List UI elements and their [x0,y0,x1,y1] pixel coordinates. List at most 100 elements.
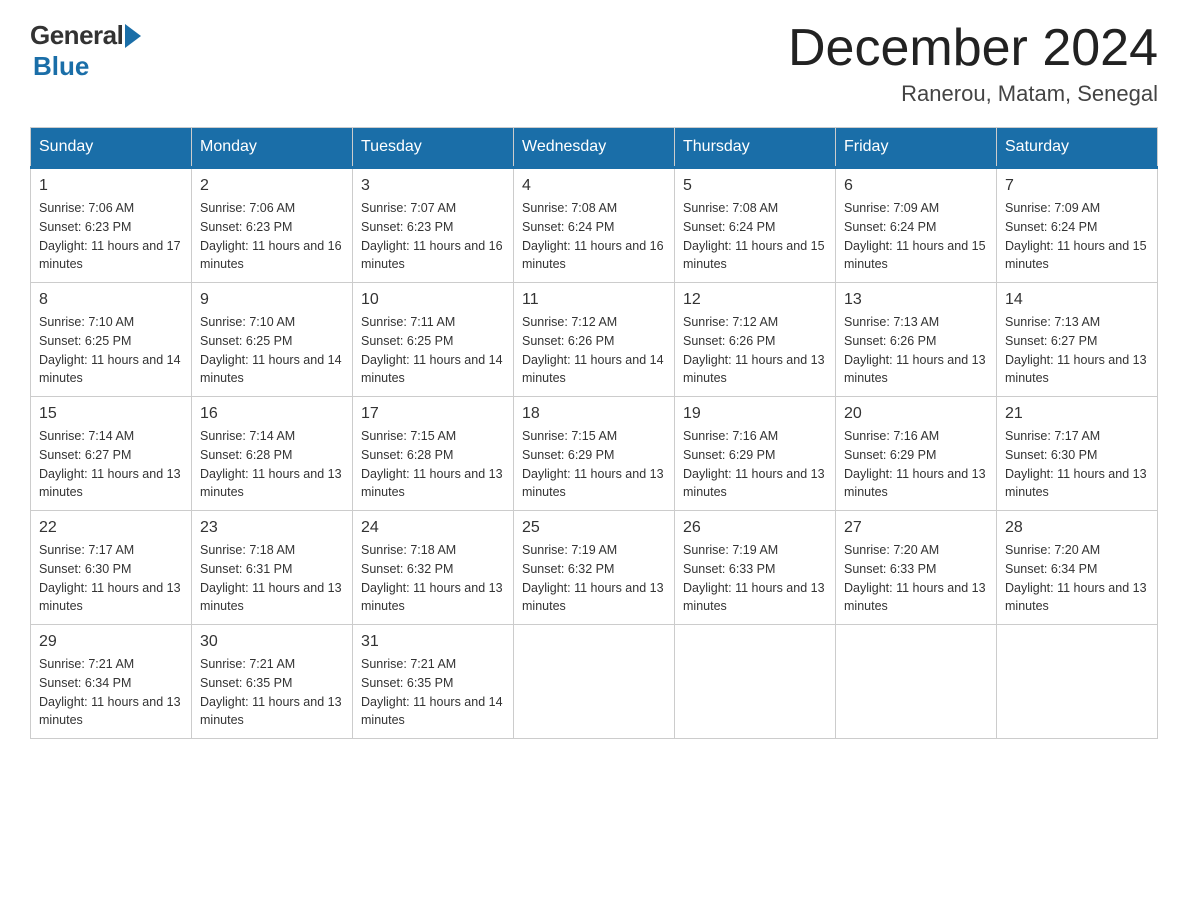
day-info: Sunrise: 7:14 AMSunset: 6:28 PMDaylight:… [200,427,344,502]
month-title: December 2024 [788,20,1158,77]
calendar-cell: 21 Sunrise: 7:17 AMSunset: 6:30 PMDaylig… [997,397,1158,511]
day-info: Sunrise: 7:20 AMSunset: 6:34 PMDaylight:… [1005,541,1149,616]
calendar-week-3: 15 Sunrise: 7:14 AMSunset: 6:27 PMDaylig… [31,397,1158,511]
day-number: 11 [522,291,666,309]
day-info: Sunrise: 7:14 AMSunset: 6:27 PMDaylight:… [39,427,183,502]
day-number: 19 [683,405,827,423]
calendar-cell: 10 Sunrise: 7:11 AMSunset: 6:25 PMDaylig… [353,283,514,397]
col-header-wednesday: Wednesday [514,128,675,168]
day-info: Sunrise: 7:21 AMSunset: 6:34 PMDaylight:… [39,655,183,730]
day-info: Sunrise: 7:10 AMSunset: 6:25 PMDaylight:… [200,313,344,388]
day-number: 9 [200,291,344,309]
calendar-cell: 1 Sunrise: 7:06 AMSunset: 6:23 PMDayligh… [31,168,192,283]
calendar-cell: 9 Sunrise: 7:10 AMSunset: 6:25 PMDayligh… [192,283,353,397]
day-number: 23 [200,519,344,537]
calendar-table: SundayMondayTuesdayWednesdayThursdayFrid… [30,127,1158,739]
day-number: 5 [683,177,827,195]
logo-general-text: General [30,20,123,51]
calendar-week-5: 29 Sunrise: 7:21 AMSunset: 6:34 PMDaylig… [31,625,1158,739]
day-number: 7 [1005,177,1149,195]
calendar-cell: 6 Sunrise: 7:09 AMSunset: 6:24 PMDayligh… [836,168,997,283]
day-info: Sunrise: 7:06 AMSunset: 6:23 PMDaylight:… [200,199,344,274]
day-number: 4 [522,177,666,195]
day-number: 21 [1005,405,1149,423]
title-section: December 2024 Ranerou, Matam, Senegal [788,20,1158,107]
day-info: Sunrise: 7:19 AMSunset: 6:32 PMDaylight:… [522,541,666,616]
calendar-cell: 16 Sunrise: 7:14 AMSunset: 6:28 PMDaylig… [192,397,353,511]
logo-blue-text: Blue [33,51,89,81]
calendar-cell: 20 Sunrise: 7:16 AMSunset: 6:29 PMDaylig… [836,397,997,511]
calendar-cell: 28 Sunrise: 7:20 AMSunset: 6:34 PMDaylig… [997,511,1158,625]
page-header: General Blue December 2024 Ranerou, Mata… [30,20,1158,107]
calendar-cell: 30 Sunrise: 7:21 AMSunset: 6:35 PMDaylig… [192,625,353,739]
day-info: Sunrise: 7:15 AMSunset: 6:28 PMDaylight:… [361,427,505,502]
day-number: 20 [844,405,988,423]
calendar-cell [997,625,1158,739]
day-info: Sunrise: 7:12 AMSunset: 6:26 PMDaylight:… [522,313,666,388]
day-info: Sunrise: 7:09 AMSunset: 6:24 PMDaylight:… [1005,199,1149,274]
day-info: Sunrise: 7:19 AMSunset: 6:33 PMDaylight:… [683,541,827,616]
calendar-header-row: SundayMondayTuesdayWednesdayThursdayFrid… [31,128,1158,168]
logo-arrow-icon [125,24,141,48]
day-info: Sunrise: 7:15 AMSunset: 6:29 PMDaylight:… [522,427,666,502]
day-number: 30 [200,633,344,651]
day-info: Sunrise: 7:21 AMSunset: 6:35 PMDaylight:… [200,655,344,730]
day-number: 6 [844,177,988,195]
calendar-week-2: 8 Sunrise: 7:10 AMSunset: 6:25 PMDayligh… [31,283,1158,397]
col-header-tuesday: Tuesday [353,128,514,168]
calendar-cell: 24 Sunrise: 7:18 AMSunset: 6:32 PMDaylig… [353,511,514,625]
calendar-cell: 31 Sunrise: 7:21 AMSunset: 6:35 PMDaylig… [353,625,514,739]
day-info: Sunrise: 7:16 AMSunset: 6:29 PMDaylight:… [683,427,827,502]
calendar-cell: 3 Sunrise: 7:07 AMSunset: 6:23 PMDayligh… [353,168,514,283]
calendar-cell: 14 Sunrise: 7:13 AMSunset: 6:27 PMDaylig… [997,283,1158,397]
col-header-friday: Friday [836,128,997,168]
day-number: 28 [1005,519,1149,537]
day-number: 13 [844,291,988,309]
day-number: 2 [200,177,344,195]
day-info: Sunrise: 7:18 AMSunset: 6:32 PMDaylight:… [361,541,505,616]
day-info: Sunrise: 7:13 AMSunset: 6:27 PMDaylight:… [1005,313,1149,388]
day-info: Sunrise: 7:07 AMSunset: 6:23 PMDaylight:… [361,199,505,274]
calendar-cell: 23 Sunrise: 7:18 AMSunset: 6:31 PMDaylig… [192,511,353,625]
logo: General Blue [30,20,141,82]
calendar-cell: 29 Sunrise: 7:21 AMSunset: 6:34 PMDaylig… [31,625,192,739]
day-number: 22 [39,519,183,537]
day-info: Sunrise: 7:16 AMSunset: 6:29 PMDaylight:… [844,427,988,502]
calendar-cell: 4 Sunrise: 7:08 AMSunset: 6:24 PMDayligh… [514,168,675,283]
day-info: Sunrise: 7:21 AMSunset: 6:35 PMDaylight:… [361,655,505,730]
calendar-cell: 11 Sunrise: 7:12 AMSunset: 6:26 PMDaylig… [514,283,675,397]
calendar-cell: 19 Sunrise: 7:16 AMSunset: 6:29 PMDaylig… [675,397,836,511]
day-number: 15 [39,405,183,423]
day-number: 18 [522,405,666,423]
day-number: 26 [683,519,827,537]
col-header-monday: Monday [192,128,353,168]
day-info: Sunrise: 7:18 AMSunset: 6:31 PMDaylight:… [200,541,344,616]
day-info: Sunrise: 7:17 AMSunset: 6:30 PMDaylight:… [39,541,183,616]
day-number: 10 [361,291,505,309]
day-number: 16 [200,405,344,423]
calendar-cell [836,625,997,739]
day-number: 27 [844,519,988,537]
day-info: Sunrise: 7:13 AMSunset: 6:26 PMDaylight:… [844,313,988,388]
day-info: Sunrise: 7:20 AMSunset: 6:33 PMDaylight:… [844,541,988,616]
col-header-sunday: Sunday [31,128,192,168]
calendar-cell: 17 Sunrise: 7:15 AMSunset: 6:28 PMDaylig… [353,397,514,511]
day-number: 24 [361,519,505,537]
day-info: Sunrise: 7:08 AMSunset: 6:24 PMDaylight:… [683,199,827,274]
day-number: 3 [361,177,505,195]
calendar-week-4: 22 Sunrise: 7:17 AMSunset: 6:30 PMDaylig… [31,511,1158,625]
day-number: 14 [1005,291,1149,309]
calendar-week-1: 1 Sunrise: 7:06 AMSunset: 6:23 PMDayligh… [31,168,1158,283]
calendar-cell [514,625,675,739]
day-info: Sunrise: 7:10 AMSunset: 6:25 PMDaylight:… [39,313,183,388]
calendar-cell: 25 Sunrise: 7:19 AMSunset: 6:32 PMDaylig… [514,511,675,625]
day-number: 1 [39,177,183,195]
calendar-cell: 27 Sunrise: 7:20 AMSunset: 6:33 PMDaylig… [836,511,997,625]
day-number: 17 [361,405,505,423]
day-number: 31 [361,633,505,651]
day-info: Sunrise: 7:09 AMSunset: 6:24 PMDaylight:… [844,199,988,274]
calendar-cell: 22 Sunrise: 7:17 AMSunset: 6:30 PMDaylig… [31,511,192,625]
day-number: 29 [39,633,183,651]
day-info: Sunrise: 7:17 AMSunset: 6:30 PMDaylight:… [1005,427,1149,502]
calendar-cell [675,625,836,739]
